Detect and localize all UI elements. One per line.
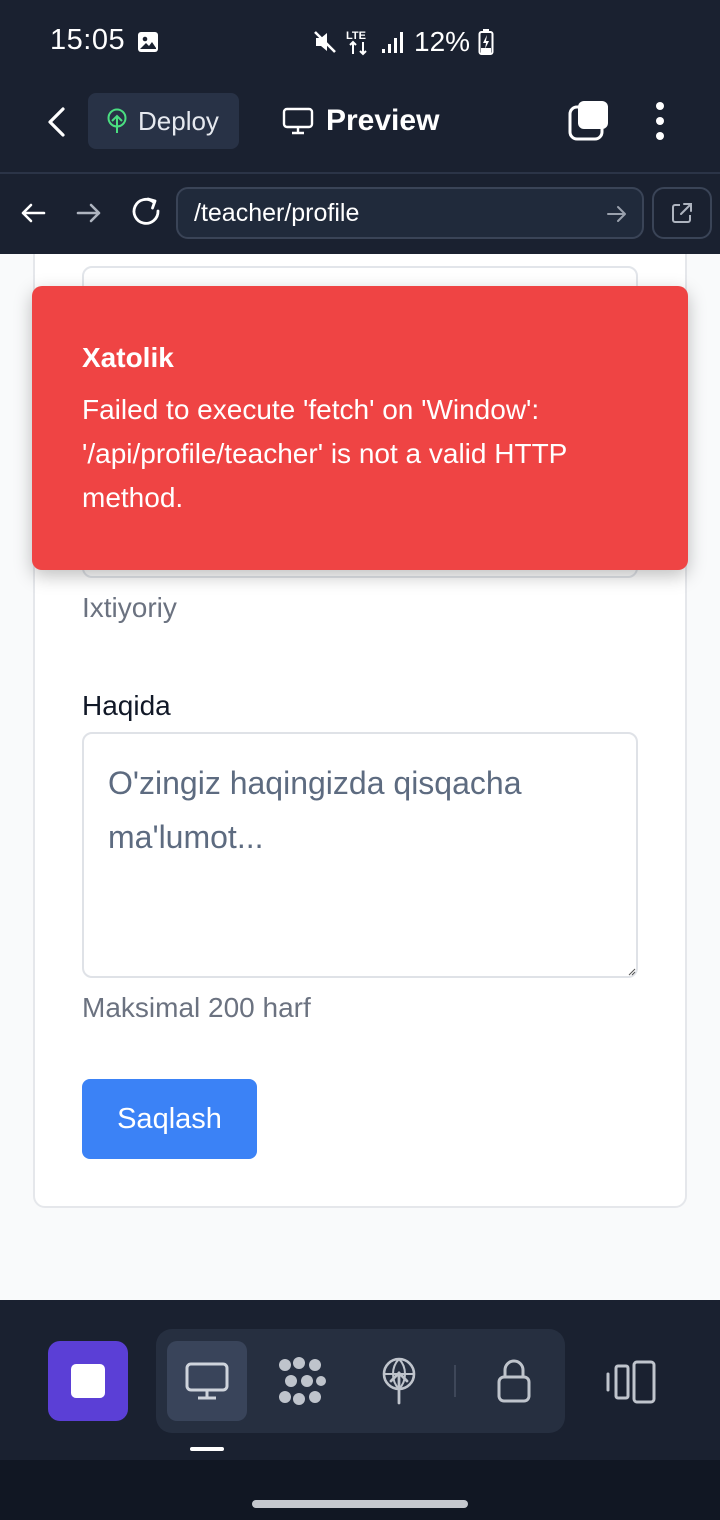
image-icon [138,32,158,52]
deploy-globe-icon [382,1357,416,1405]
preview-label: Preview [326,104,440,137]
app-header: Deploy Preview [0,84,720,172]
about-textarea[interactable] [82,732,638,978]
back-chevron-icon[interactable] [38,102,78,142]
bottom-toolbar [0,1300,720,1460]
status-bar: 15:05 LTE 12% [0,0,720,84]
tool-group [156,1329,565,1433]
desktop-icon [185,1362,229,1400]
optional-hint: Ixtiyoriy [82,592,177,623]
lock-tool-button[interactable] [486,1355,542,1407]
stop-button[interactable] [48,1341,128,1421]
deploy-label: Deploy [138,105,219,136]
url-input[interactable]: /teacher/profile [176,187,644,239]
deploy-tool-button[interactable] [371,1355,427,1407]
about-label: Haqida [82,690,171,721]
lte-icon: LTE [346,30,367,56]
deploy-icon [107,108,127,133]
system-nav-area [0,1460,720,1520]
active-tool-indicator [190,1447,224,1451]
workflow-icon [279,1357,326,1405]
home-gesture-bar[interactable] [252,1500,468,1508]
signal-icon [382,32,403,53]
status-time: 15:05 [50,24,126,56]
more-vertical-icon[interactable] [642,97,678,147]
deploy-button[interactable]: Deploy [88,93,239,149]
error-toast[interactable]: Xatolik Failed to execute 'fetch' on 'Wi… [32,286,688,570]
open-external-button[interactable] [652,187,712,239]
toast-message: Failed to execute 'fetch' on 'Window': '… [82,394,567,513]
desktop-tool-button[interactable] [167,1341,247,1421]
external-link-icon [672,203,692,223]
tool-separator [454,1365,456,1397]
toast-title: Xatolik [82,342,174,373]
svg-text:LTE: LTE [346,30,366,42]
arrow-left-icon[interactable] [18,198,48,228]
go-arrow-icon[interactable] [605,202,629,226]
workflow-tool-button[interactable] [274,1355,330,1407]
preview-toggle[interactable]: Preview [282,101,439,141]
reload-icon[interactable] [128,194,164,230]
save-button[interactable]: Saqlash [82,1079,257,1159]
status-indicators: LTE 12% [312,26,494,58]
max-length-hint: Maksimal 200 harf [82,992,311,1023]
battery-percent: 12% [414,26,471,57]
browser-bar: /teacher/profile [0,174,720,254]
stop-icon [71,1364,105,1398]
resize-grip-icon[interactable] [628,968,636,976]
battery-charging-icon [478,29,494,55]
tabs-icon[interactable] [566,99,612,145]
lock-icon [497,1359,531,1403]
mute-icon [314,31,336,53]
monitor-icon [282,107,314,135]
arrow-right-icon[interactable] [74,198,104,228]
device-toggle-icon[interactable] [604,1360,658,1404]
